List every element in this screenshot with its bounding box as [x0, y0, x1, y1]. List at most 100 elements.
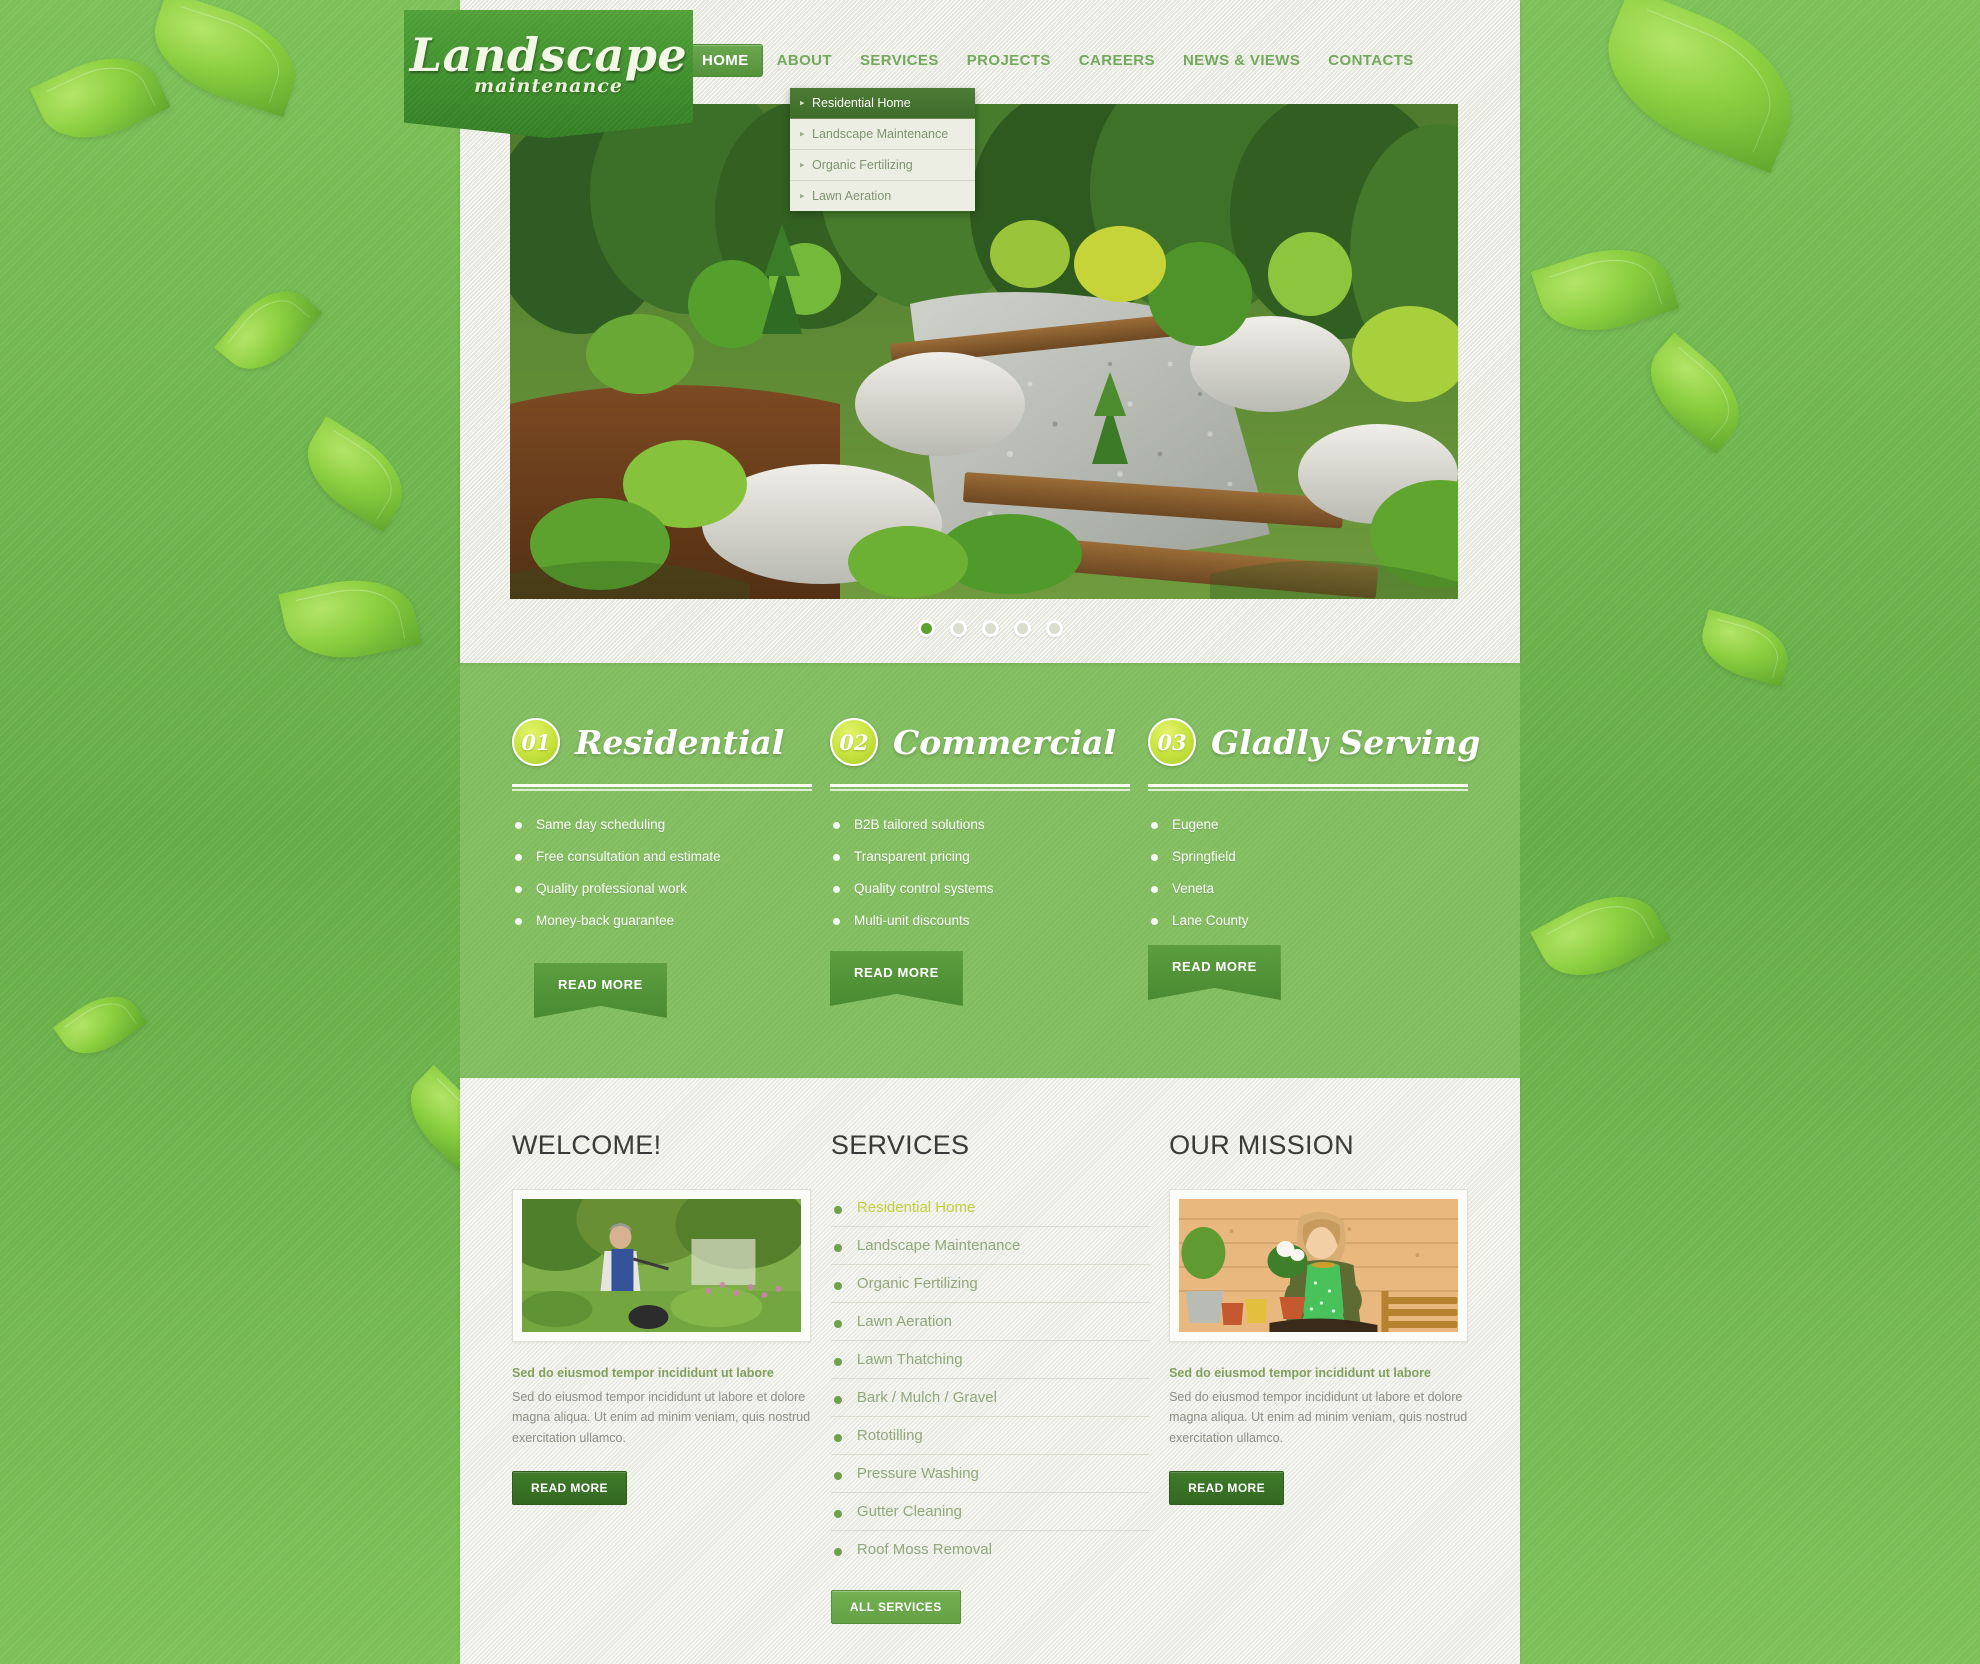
services-list: Residential Home Landscape Maintenance O… — [830, 1189, 1150, 1568]
nav-item-careers[interactable]: CAREERS — [1065, 44, 1169, 77]
leaf-icon — [1584, 0, 1816, 174]
nav-item-projects[interactable]: PROJECTS — [953, 44, 1065, 77]
service-item-pressure-washing[interactable]: Pressure Washing — [830, 1455, 1150, 1493]
chevron-right-icon: ▸ — [800, 159, 805, 170]
feature-header: 02 Commercial — [830, 718, 1130, 766]
read-more-button-residential[interactable]: READ MORE — [534, 963, 667, 1018]
welcome-body-text: Sed do eiusmod tempor incididunt ut labo… — [512, 1389, 811, 1445]
dropdown-item-label: Residential Home — [812, 96, 911, 110]
list-item: Quality control systems — [830, 881, 1130, 896]
list-item: Free consultation and estimate — [512, 849, 812, 864]
chevron-right-icon: ▸ — [800, 190, 805, 201]
read-more-button-commercial[interactable]: READ MORE — [830, 951, 963, 1006]
leaf-icon — [140, 0, 310, 118]
read-more-button-gladly-serving[interactable]: READ MORE — [1148, 945, 1281, 1000]
all-services-button[interactable]: ALL SERVICES — [830, 1590, 961, 1624]
hero-slider[interactable] — [510, 104, 1458, 599]
welcome-read-more-button[interactable]: READ MORE — [512, 1470, 627, 1505]
list-item: Same day scheduling — [512, 817, 812, 832]
welcome-column: WELCOME! Sed do eiusmod tempor incididun… — [512, 1130, 811, 1624]
list-item: Veneta — [1148, 881, 1468, 896]
slider-dot-1[interactable] — [917, 620, 935, 637]
list-item: Springfield — [1148, 849, 1468, 864]
service-item-landscape-maintenance[interactable]: Landscape Maintenance — [830, 1227, 1150, 1265]
list-item: B2B tailored solutions — [830, 817, 1130, 832]
list-item: Money-back guarantee — [512, 913, 812, 928]
mission-photo-frame — [1169, 1189, 1468, 1342]
divider — [1148, 784, 1468, 791]
nav-item-news-views[interactable]: NEWS & VIEWS — [1169, 44, 1314, 77]
feature-column-gladly-serving: 03 Gladly Serving Eugene Springfield Ven… — [1148, 718, 1480, 1018]
nav-item-contacts[interactable]: CONTACTS — [1314, 44, 1427, 77]
leaf-icon — [52, 981, 148, 1069]
features-section: 01 Residential Same day scheduling Free … — [460, 663, 1520, 1078]
service-item-organic-fertilizing[interactable]: Organic Fertilizing — [830, 1265, 1150, 1303]
dropdown-item-landscape-maintenance[interactable]: ▸ Landscape Maintenance — [790, 119, 975, 150]
dropdown-item-label: Landscape Maintenance — [812, 127, 949, 141]
feature-column-residential: 01 Residential Same day scheduling Free … — [512, 718, 812, 1018]
content-section: WELCOME! Sed do eiusmod tempor incididun… — [460, 1078, 1520, 1664]
slider-pagination — [460, 620, 1520, 637]
list-item: Quality professional work — [512, 881, 812, 896]
list-item: Lane County — [1148, 913, 1468, 928]
dropdown-item-lawn-aeration[interactable]: ▸ Lawn Aeration — [790, 181, 975, 211]
services-column: SERVICES Residential Home Landscape Main… — [830, 1130, 1150, 1624]
welcome-lead-text: Sed do eiusmod tempor incididunt ut labo… — [512, 1366, 774, 1380]
list-item: Multi-unit discounts — [830, 913, 1130, 928]
feature-list: B2B tailored solutions Transparent prici… — [830, 817, 1130, 928]
service-item-residential-home[interactable]: Residential Home — [830, 1189, 1150, 1227]
gardener-watering-image — [522, 1199, 801, 1332]
main-navigation: HOME ABOUT SERVICES PROJECTS CAREERS NEW… — [688, 44, 1428, 77]
leaf-icon — [1631, 332, 1759, 454]
list-item: Eugene — [1148, 817, 1468, 832]
dropdown-item-label: Organic Fertilizing — [812, 158, 913, 172]
hero-garden-image — [510, 104, 1458, 599]
feature-header: 03 Gladly Serving — [1148, 718, 1480, 766]
feature-list: Eugene Springfield Veneta Lane County — [1148, 817, 1468, 928]
dropdown-item-residential-home[interactable]: ▸ Residential Home — [790, 88, 975, 119]
service-item-gutter-cleaning[interactable]: Gutter Cleaning — [830, 1493, 1150, 1531]
leaf-icon — [1694, 609, 1796, 687]
service-item-bark-mulch-gravel[interactable]: Bark / Mulch / Gravel — [830, 1379, 1150, 1417]
leaf-icon — [1530, 231, 1680, 349]
feature-header: 01 Residential — [512, 718, 812, 766]
slider-dot-5[interactable] — [1045, 620, 1063, 637]
mission-lead-text: Sed do eiusmod tempor incididunt ut labo… — [1169, 1366, 1431, 1380]
mission-body-text: Sed do eiusmod tempor incididunt ut labo… — [1169, 1389, 1468, 1445]
dropdown-item-organic-fertilizing[interactable]: ▸ Organic Fertilizing — [790, 150, 975, 181]
leaf-icon — [290, 416, 420, 532]
feature-number-badge: 02 — [830, 718, 878, 766]
logo-primary-text: Landscape — [409, 28, 688, 82]
service-item-lawn-thatching[interactable]: Lawn Thatching — [830, 1341, 1150, 1379]
feature-title: Residential — [575, 722, 785, 762]
feature-title: Commercial — [893, 722, 1117, 762]
dropdown-item-label: Lawn Aeration — [812, 189, 892, 203]
mission-heading: OUR MISSION — [1169, 1130, 1354, 1160]
nav-item-about[interactable]: ABOUT — [763, 44, 846, 77]
service-item-lawn-aeration[interactable]: Lawn Aeration — [830, 1303, 1150, 1341]
leaf-icon — [214, 273, 322, 387]
slider-dot-4[interactable] — [1013, 620, 1031, 637]
nav-item-home[interactable]: HOME — [688, 44, 763, 77]
service-item-rototilling[interactable]: Rototilling — [830, 1417, 1150, 1455]
mission-read-more-button[interactable]: READ MORE — [1169, 1470, 1285, 1505]
slider-dot-2[interactable] — [949, 620, 967, 637]
slider-dot-3[interactable] — [981, 620, 999, 637]
services-dropdown-menu: ▸ Residential Home ▸ Landscape Maintenan… — [790, 88, 975, 211]
header-panel: Landscape maintenance HOME ABOUT SERVICE… — [404, 0, 1520, 663]
site-logo[interactable]: Landscape maintenance — [404, 10, 693, 138]
service-item-roof-moss-removal[interactable]: Roof Moss Removal — [831, 1531, 1149, 1568]
welcome-photo-frame — [512, 1189, 811, 1342]
feature-number-badge: 01 — [512, 718, 560, 766]
woman-potting-plant-image — [1179, 1199, 1458, 1332]
feature-title: Gladly Serving — [1211, 722, 1481, 762]
chevron-right-icon: ▸ — [800, 97, 805, 108]
feature-list: Same day scheduling Free consultation an… — [512, 817, 812, 928]
nav-item-services[interactable]: SERVICES — [846, 44, 953, 77]
leaf-icon — [278, 567, 422, 671]
page-wrapper: Landscape maintenance HOME ABOUT SERVICE… — [404, 0, 1520, 1664]
welcome-heading: WELCOME! — [512, 1130, 662, 1160]
feature-column-commercial: 02 Commercial B2B tailored solutions Tra… — [830, 718, 1130, 1018]
services-heading: SERVICES — [830, 1130, 970, 1160]
divider — [512, 784, 812, 791]
